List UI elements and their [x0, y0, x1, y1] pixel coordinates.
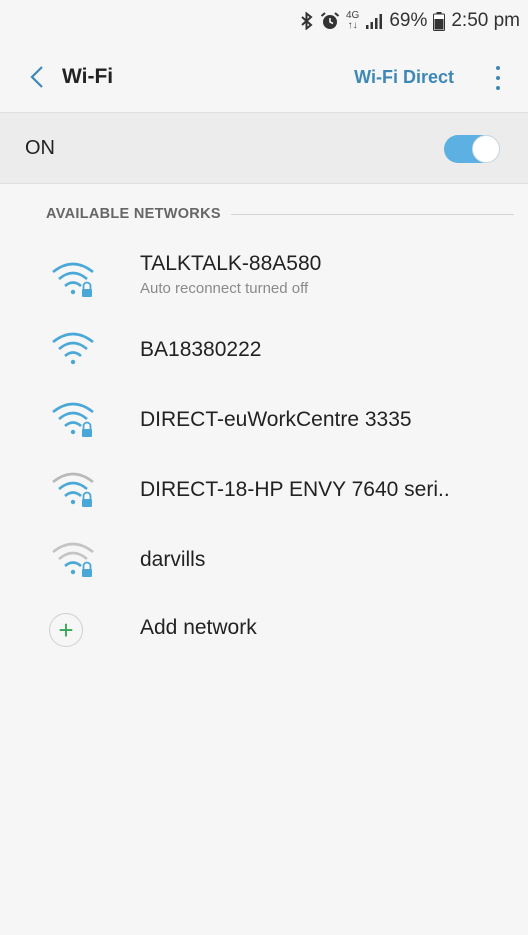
network-status: Auto reconnect turned off — [140, 280, 309, 297]
wifi-master-switch-row[interactable]: ON — [0, 112, 528, 184]
chevron-left-icon — [30, 66, 43, 88]
network-item[interactable]: BA18380222 — [0, 320, 528, 384]
network-name: DIRECT-euWorkCentre 3335 — [140, 408, 412, 431]
status-bar: 4G ↑↓ 69% 2:50 pm — [0, 0, 528, 42]
add-icon: + — [49, 613, 83, 647]
wifi-locked-icon — [52, 542, 94, 577]
network-item[interactable]: DIRECT-euWorkCentre 3335 — [0, 390, 528, 454]
network-text: Add network — [140, 616, 508, 640]
network-type-indicator: 4G ↑↓ — [346, 11, 359, 31]
wifi-locked-icon — [52, 262, 94, 297]
clock: 2:50 pm — [451, 10, 520, 31]
network-item[interactable]: DIRECT-18-HP ENVY 7640 seri.. — [0, 460, 528, 524]
network-item[interactable]: TALKTALK-88A580 Auto reconnect turned of… — [0, 250, 528, 314]
available-networks-header: AVAILABLE NETWORKS — [46, 206, 514, 222]
wifi-icon — [52, 332, 94, 365]
more-vert-icon — [496, 66, 500, 70]
wifi-toggle[interactable] — [444, 135, 500, 163]
toggle-knob — [472, 135, 500, 163]
network-name: DIRECT-18-HP ENVY 7640 seri.. — [140, 478, 450, 501]
section-title: AVAILABLE NETWORKS — [46, 206, 221, 222]
more-options-button[interactable] — [490, 66, 506, 90]
network-name: darvills — [140, 548, 206, 571]
network-name: TALKTALK-88A580 — [140, 252, 322, 275]
alarm-icon — [320, 11, 340, 31]
network-item[interactable]: darvills — [0, 530, 528, 594]
network-text: DIRECT-18-HP ENVY 7640 seri.. — [140, 478, 508, 502]
network-text: darvills — [140, 548, 508, 572]
app-bar: Wi-Fi Wi-Fi Direct — [0, 52, 528, 102]
battery-percent: 69% — [389, 10, 428, 31]
network-text: TALKTALK-88A580 Auto reconnect turned of… — [140, 252, 508, 297]
page-title: Wi-Fi — [62, 65, 114, 88]
network-text: DIRECT-euWorkCentre 3335 — [140, 408, 508, 432]
back-button[interactable] — [14, 52, 60, 102]
signal-icon — [365, 12, 383, 30]
battery-icon — [433, 11, 446, 31]
network-text: BA18380222 — [140, 338, 508, 362]
network-name: BA18380222 — [140, 338, 262, 361]
add-network-label: Add network — [140, 616, 257, 639]
wifi-direct-button[interactable]: Wi-Fi Direct — [354, 67, 454, 88]
wifi-locked-icon — [52, 472, 94, 507]
section-divider — [230, 213, 514, 215]
wifi-locked-icon — [52, 402, 94, 437]
network-activity: ↑↓ — [347, 20, 358, 31]
bluetooth-icon — [300, 12, 314, 30]
add-network-button[interactable]: + Add network — [0, 598, 528, 662]
switch-label: ON — [25, 136, 55, 159]
